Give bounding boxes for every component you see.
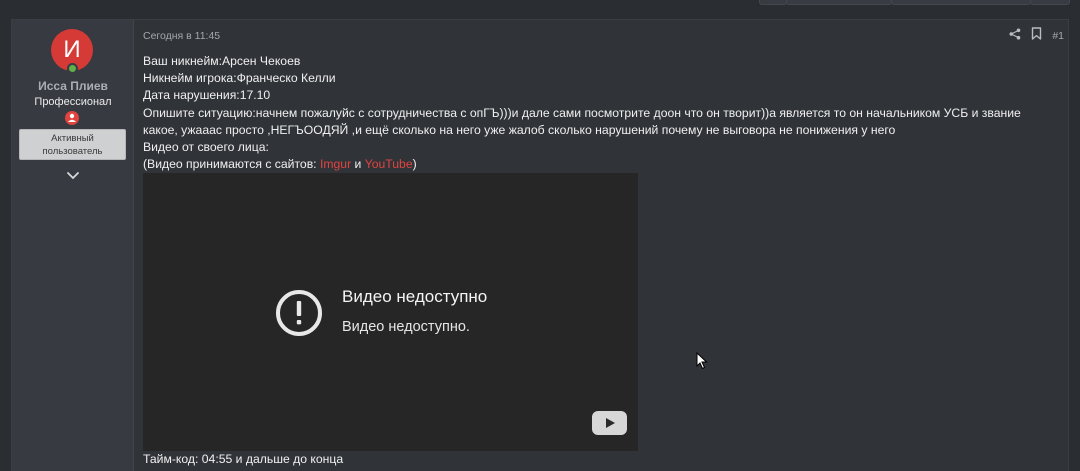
chevron-down-icon[interactable]: [64, 169, 82, 183]
username[interactable]: Исса Плиев: [12, 79, 134, 93]
video-error-title: Видео недоступно: [342, 287, 488, 306]
mouse-cursor-icon: [696, 351, 708, 370]
user-info-panel: И Исса Плиев Професcионал Активный польз…: [12, 20, 134, 471]
toolbar-segment[interactable]: [1030, 0, 1070, 5]
banner-line: пользователь: [42, 146, 103, 157]
post-number[interactable]: #1: [1052, 30, 1064, 42]
forum-post: И Исса Плиев Професcионал Активный польз…: [11, 19, 1069, 471]
video-error-subtitle: Видео недоступно.: [342, 319, 470, 335]
video-embed[interactable]: Видео недоступно Видео недоступно.: [143, 173, 638, 451]
share-icon[interactable]: [1009, 27, 1021, 45]
banner-line: Активный: [51, 133, 94, 144]
message-area: Сегодня в 11:45 #1 Ваш никнейм:Арсен Чек…: [143, 20, 1068, 471]
video-note-text: (Видео принимаются с сайтов:: [143, 157, 320, 172]
youtube-link[interactable]: YouTube: [365, 157, 413, 171]
toolbar-segment[interactable]: [759, 0, 787, 5]
post-body: Ваш никнейм:Арсен Чекоев Никнейм игрока:…: [143, 53, 1058, 173]
video-note-text: и: [351, 157, 365, 172]
post-line: Никнейм игрока:Франческо Келли: [143, 71, 336, 86]
post-date[interactable]: Сегодня в 11:45: [143, 30, 220, 42]
bookmark-icon[interactable]: [1031, 27, 1042, 45]
user-banner: Активный пользователь: [19, 129, 126, 160]
user-badge-icon: [65, 111, 79, 125]
post-line: Ваш никнейм:Арсен Чекоев: [143, 54, 301, 68]
online-status-icon: [67, 63, 78, 74]
warning-icon: [274, 288, 324, 338]
toolbar-segment[interactable]: [891, 0, 1031, 5]
imgur-link[interactable]: Imgur: [320, 157, 351, 171]
video-note: (Видео принимаются с сайтов: Imgur и You…: [143, 156, 1058, 173]
toolbar-segment[interactable]: [786, 0, 892, 5]
top-toolbar: [0, 0, 1080, 6]
post-line: Дата нарушения:17.10: [143, 88, 271, 103]
post-line: Опишите ситуацию:начнем пожалуйс с сотру…: [143, 105, 1021, 137]
timecode-text: Тайм-код: 04:55 и дальше до конца: [143, 452, 344, 466]
video-note-text: ): [412, 157, 417, 172]
post-actions: #1: [1009, 27, 1064, 45]
post-line: Видео от своего лица:: [143, 140, 269, 155]
youtube-logo-icon[interactable]: [592, 411, 627, 435]
user-title: Професcионал: [34, 96, 112, 108]
